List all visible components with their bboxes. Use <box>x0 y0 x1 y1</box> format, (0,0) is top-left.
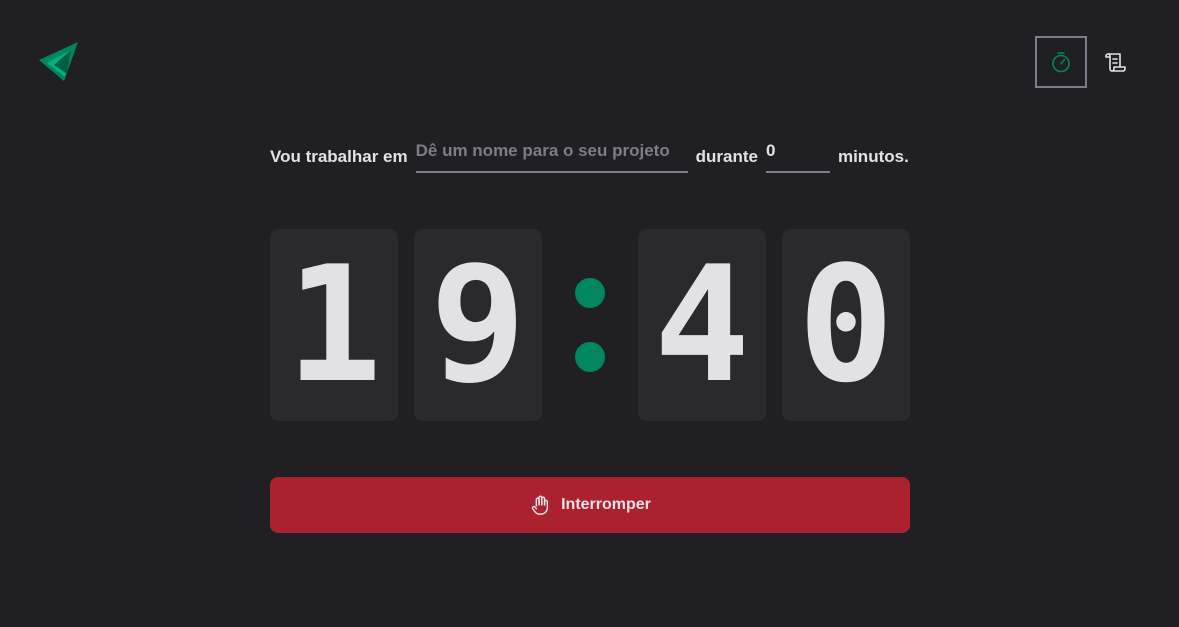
work-label: Vou trabalhar em <box>270 147 408 166</box>
pomodoro-app: Vou trabalhar em durante minutos. 1 9 4 … <box>0 0 1179 627</box>
separator-dot <box>575 278 605 308</box>
ignite-logo-icon <box>39 42 78 81</box>
interrupt-button-label: Interromper <box>561 496 651 513</box>
header-nav <box>1035 36 1141 88</box>
seconds-tens-digit: 4 <box>638 229 766 421</box>
separator-dot <box>575 342 605 372</box>
timer-icon <box>1052 52 1070 73</box>
minutes-input[interactable] <box>765 140 830 173</box>
countdown-display: 1 9 4 0 <box>270 229 910 421</box>
countdown-separator <box>558 229 622 421</box>
scroll-icon <box>1105 53 1126 72</box>
minutes-tens-digit: 1 <box>270 229 398 421</box>
minutes-ones-digit: 9 <box>414 229 542 421</box>
interrupt-button[interactable]: Interromper <box>270 477 910 533</box>
seconds-ones-digit: 0 <box>782 229 910 421</box>
during-label: durante <box>695 147 758 166</box>
task-input[interactable] <box>415 140 688 173</box>
hand-palm-icon <box>531 495 549 515</box>
task-form: Vou trabalhar em durante minutos. <box>270 140 910 173</box>
minutes-label: minutos. <box>837 147 909 166</box>
nav-timer-button[interactable] <box>1035 36 1087 88</box>
nav-history-button[interactable] <box>1089 36 1141 88</box>
